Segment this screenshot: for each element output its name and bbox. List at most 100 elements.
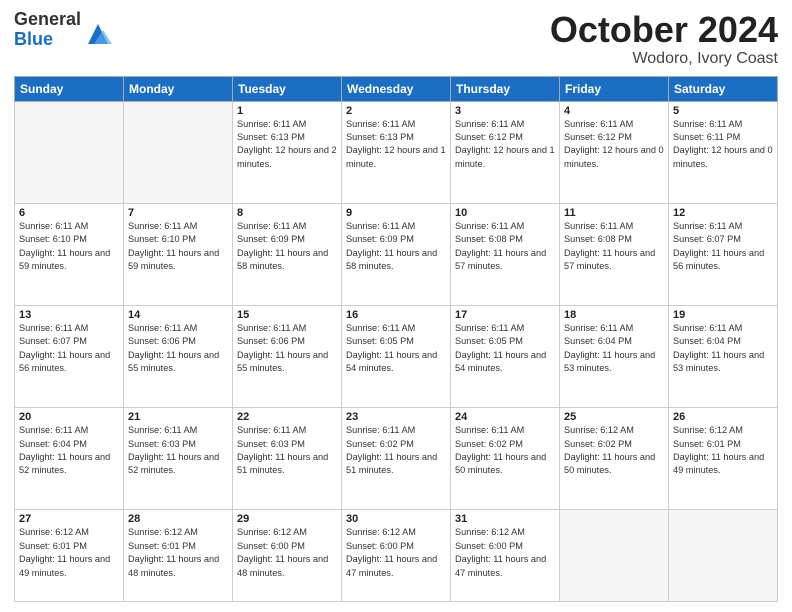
day-number: 12 [673, 207, 773, 219]
day-info: Sunrise: 6:12 AMSunset: 6:01 PMDaylight:… [19, 526, 119, 579]
day-info: Sunrise: 6:11 AMSunset: 6:13 PMDaylight:… [346, 118, 446, 171]
weekday-header-sunday: Sunday [15, 76, 124, 101]
day-number: 21 [128, 411, 228, 423]
day-number: 25 [564, 411, 664, 423]
day-info: Sunrise: 6:11 AMSunset: 6:08 PMDaylight:… [564, 220, 664, 273]
weekday-header-tuesday: Tuesday [233, 76, 342, 101]
day-info: Sunrise: 6:11 AMSunset: 6:10 PMDaylight:… [19, 220, 119, 273]
calendar-cell: 21Sunrise: 6:11 AMSunset: 6:03 PMDayligh… [124, 408, 233, 510]
day-number: 17 [455, 309, 555, 321]
month-title: October 2024 [550, 10, 778, 50]
day-info: Sunrise: 6:11 AMSunset: 6:03 PMDaylight:… [237, 424, 337, 477]
day-info: Sunrise: 6:11 AMSunset: 6:10 PMDaylight:… [128, 220, 228, 273]
logo-text: General Blue [14, 10, 81, 50]
day-number: 28 [128, 513, 228, 525]
calendar-cell: 25Sunrise: 6:12 AMSunset: 6:02 PMDayligh… [560, 408, 669, 510]
day-info: Sunrise: 6:12 AMSunset: 6:00 PMDaylight:… [346, 526, 446, 579]
day-number: 1 [237, 105, 337, 117]
day-number: 6 [19, 207, 119, 219]
calendar-cell: 24Sunrise: 6:11 AMSunset: 6:02 PMDayligh… [451, 408, 560, 510]
calendar-cell: 28Sunrise: 6:12 AMSunset: 6:01 PMDayligh… [124, 510, 233, 602]
day-info: Sunrise: 6:11 AMSunset: 6:03 PMDaylight:… [128, 424, 228, 477]
calendar-cell: 15Sunrise: 6:11 AMSunset: 6:06 PMDayligh… [233, 306, 342, 408]
calendar-cell: 27Sunrise: 6:12 AMSunset: 6:01 PMDayligh… [15, 510, 124, 602]
day-number: 15 [237, 309, 337, 321]
weekday-header-thursday: Thursday [451, 76, 560, 101]
calendar-table: SundayMondayTuesdayWednesdayThursdayFrid… [14, 76, 778, 602]
header: General Blue October 2024 Wodoro, Ivory … [14, 10, 778, 68]
day-number: 30 [346, 513, 446, 525]
calendar-cell: 13Sunrise: 6:11 AMSunset: 6:07 PMDayligh… [15, 306, 124, 408]
day-number: 27 [19, 513, 119, 525]
day-number: 22 [237, 411, 337, 423]
day-info: Sunrise: 6:11 AMSunset: 6:04 PMDaylight:… [564, 322, 664, 375]
calendar-cell: 22Sunrise: 6:11 AMSunset: 6:03 PMDayligh… [233, 408, 342, 510]
calendar-body: 1Sunrise: 6:11 AMSunset: 6:13 PMDaylight… [15, 101, 778, 601]
calendar-cell: 19Sunrise: 6:11 AMSunset: 6:04 PMDayligh… [669, 306, 778, 408]
logo-blue: Blue [14, 30, 81, 50]
day-number: 13 [19, 309, 119, 321]
day-number: 14 [128, 309, 228, 321]
subtitle: Wodoro, Ivory Coast [550, 50, 778, 68]
day-number: 29 [237, 513, 337, 525]
calendar-cell [15, 101, 124, 203]
day-number: 26 [673, 411, 773, 423]
calendar-cell: 4Sunrise: 6:11 AMSunset: 6:12 PMDaylight… [560, 101, 669, 203]
day-number: 3 [455, 105, 555, 117]
day-number: 23 [346, 411, 446, 423]
day-info: Sunrise: 6:11 AMSunset: 6:06 PMDaylight:… [128, 322, 228, 375]
weekday-header-monday: Monday [124, 76, 233, 101]
day-info: Sunrise: 6:11 AMSunset: 6:12 PMDaylight:… [455, 118, 555, 171]
calendar-cell: 14Sunrise: 6:11 AMSunset: 6:06 PMDayligh… [124, 306, 233, 408]
day-info: Sunrise: 6:11 AMSunset: 6:08 PMDaylight:… [455, 220, 555, 273]
weekday-header-saturday: Saturday [669, 76, 778, 101]
calendar-cell: 26Sunrise: 6:12 AMSunset: 6:01 PMDayligh… [669, 408, 778, 510]
calendar-cell: 6Sunrise: 6:11 AMSunset: 6:10 PMDaylight… [15, 203, 124, 305]
calendar-cell: 10Sunrise: 6:11 AMSunset: 6:08 PMDayligh… [451, 203, 560, 305]
calendar-cell: 7Sunrise: 6:11 AMSunset: 6:10 PMDaylight… [124, 203, 233, 305]
calendar-cell [124, 101, 233, 203]
title-block: October 2024 Wodoro, Ivory Coast [550, 10, 778, 68]
week-row-1: 1Sunrise: 6:11 AMSunset: 6:13 PMDaylight… [15, 101, 778, 203]
day-info: Sunrise: 6:11 AMSunset: 6:07 PMDaylight:… [19, 322, 119, 375]
day-number: 7 [128, 207, 228, 219]
weekday-header-row: SundayMondayTuesdayWednesdayThursdayFrid… [15, 76, 778, 101]
day-number: 4 [564, 105, 664, 117]
day-number: 24 [455, 411, 555, 423]
calendar-cell: 3Sunrise: 6:11 AMSunset: 6:12 PMDaylight… [451, 101, 560, 203]
day-number: 5 [673, 105, 773, 117]
week-row-2: 6Sunrise: 6:11 AMSunset: 6:10 PMDaylight… [15, 203, 778, 305]
calendar-cell: 18Sunrise: 6:11 AMSunset: 6:04 PMDayligh… [560, 306, 669, 408]
day-info: Sunrise: 6:12 AMSunset: 6:01 PMDaylight:… [673, 424, 773, 477]
day-number: 20 [19, 411, 119, 423]
calendar-cell: 30Sunrise: 6:12 AMSunset: 6:00 PMDayligh… [342, 510, 451, 602]
logo: General Blue [14, 10, 112, 50]
day-number: 18 [564, 309, 664, 321]
weekday-header-friday: Friday [560, 76, 669, 101]
calendar-cell: 8Sunrise: 6:11 AMSunset: 6:09 PMDaylight… [233, 203, 342, 305]
logo-icon [84, 20, 112, 48]
day-info: Sunrise: 6:12 AMSunset: 6:00 PMDaylight:… [455, 526, 555, 579]
day-info: Sunrise: 6:12 AMSunset: 6:02 PMDaylight:… [564, 424, 664, 477]
weekday-header-wednesday: Wednesday [342, 76, 451, 101]
calendar-cell: 29Sunrise: 6:12 AMSunset: 6:00 PMDayligh… [233, 510, 342, 602]
day-info: Sunrise: 6:11 AMSunset: 6:02 PMDaylight:… [455, 424, 555, 477]
day-info: Sunrise: 6:11 AMSunset: 6:09 PMDaylight:… [237, 220, 337, 273]
calendar-header: SundayMondayTuesdayWednesdayThursdayFrid… [15, 76, 778, 101]
day-number: 9 [346, 207, 446, 219]
day-info: Sunrise: 6:11 AMSunset: 6:13 PMDaylight:… [237, 118, 337, 171]
calendar-cell: 16Sunrise: 6:11 AMSunset: 6:05 PMDayligh… [342, 306, 451, 408]
calendar-cell: 9Sunrise: 6:11 AMSunset: 6:09 PMDaylight… [342, 203, 451, 305]
day-info: Sunrise: 6:11 AMSunset: 6:05 PMDaylight:… [455, 322, 555, 375]
day-info: Sunrise: 6:11 AMSunset: 6:12 PMDaylight:… [564, 118, 664, 171]
calendar-cell [560, 510, 669, 602]
week-row-3: 13Sunrise: 6:11 AMSunset: 6:07 PMDayligh… [15, 306, 778, 408]
day-info: Sunrise: 6:12 AMSunset: 6:01 PMDaylight:… [128, 526, 228, 579]
day-info: Sunrise: 6:11 AMSunset: 6:09 PMDaylight:… [346, 220, 446, 273]
day-number: 31 [455, 513, 555, 525]
day-info: Sunrise: 6:11 AMSunset: 6:05 PMDaylight:… [346, 322, 446, 375]
day-number: 16 [346, 309, 446, 321]
day-info: Sunrise: 6:12 AMSunset: 6:00 PMDaylight:… [237, 526, 337, 579]
day-number: 11 [564, 207, 664, 219]
calendar-cell: 2Sunrise: 6:11 AMSunset: 6:13 PMDaylight… [342, 101, 451, 203]
